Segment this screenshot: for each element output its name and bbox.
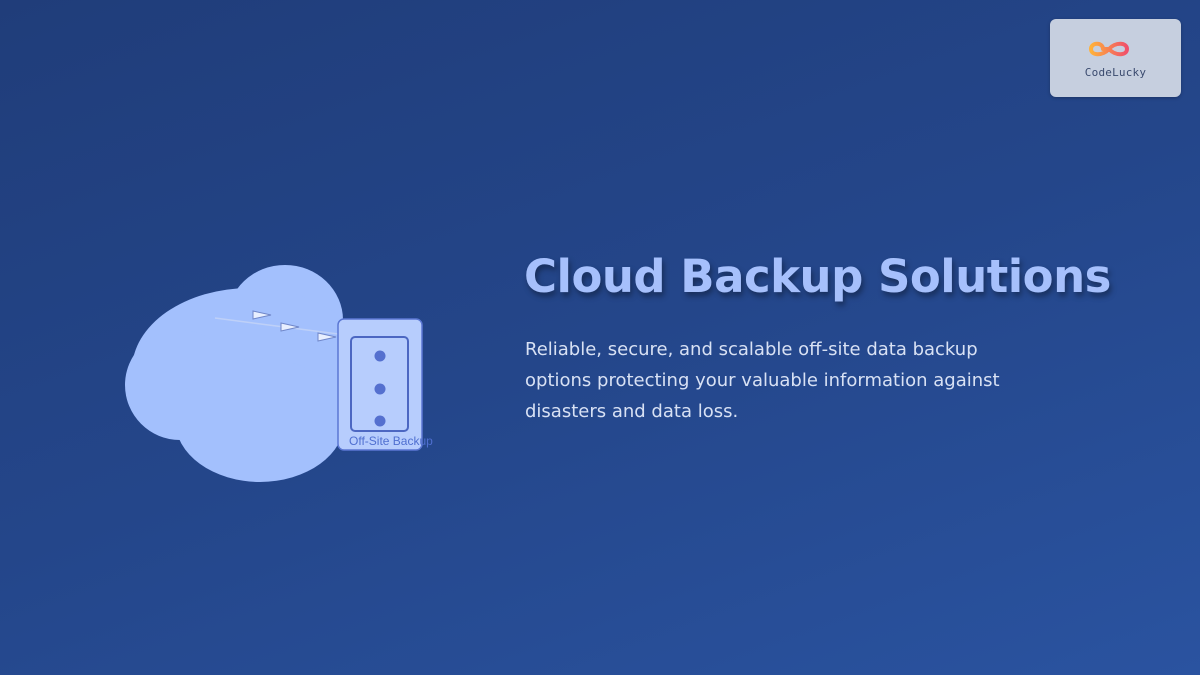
page-title: Cloud Backup Solutions: [524, 250, 1111, 303]
server-indicator-dot: [374, 350, 386, 362]
brand-name: CodeLucky: [1084, 66, 1147, 79]
server-label: Off-Site Backup: [349, 434, 433, 448]
server-indicator-dot: [374, 383, 386, 395]
brand-badge[interactable]: CodeLucky: [1050, 19, 1181, 97]
server-indicator-dot: [374, 415, 386, 427]
infinity-logo-icon: [1089, 41, 1129, 57]
server-icon: [337, 318, 423, 451]
cloud-icon: [125, 265, 368, 482]
page-description: Reliable, secure, and scalable off-site …: [525, 339, 1000, 422]
